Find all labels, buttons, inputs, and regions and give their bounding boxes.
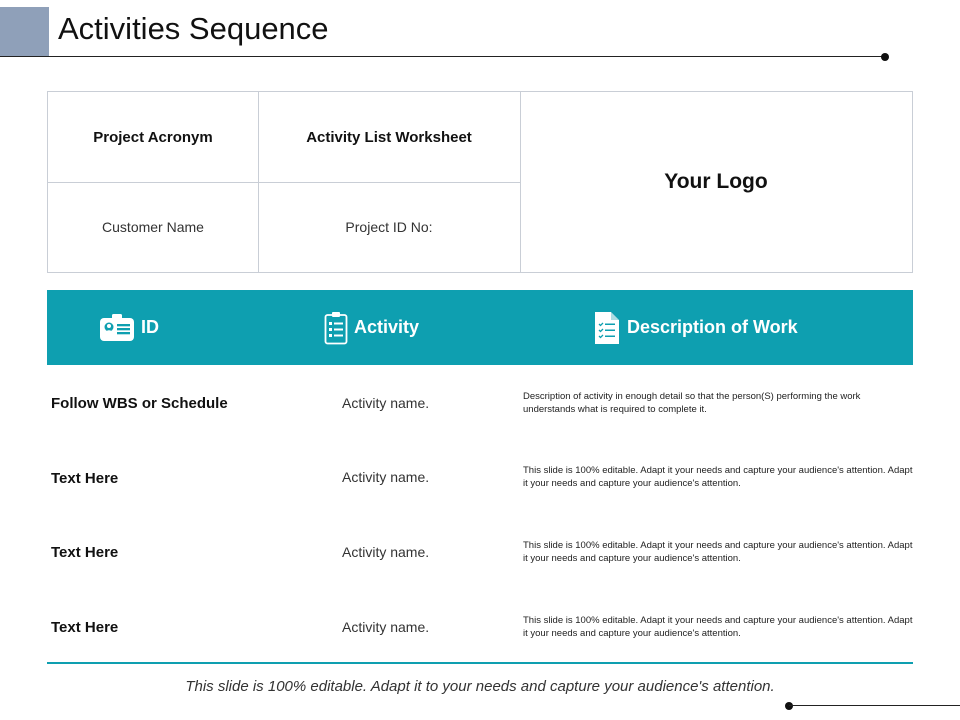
title-divider-dot <box>881 53 889 61</box>
project-id-cell: Project ID No: <box>345 219 433 235</box>
row-activity: Activity name. <box>342 544 430 560</box>
row-description: This slide is 100% editable. Adapt it yo… <box>523 615 913 639</box>
description-header-label: Description of Work <box>627 317 798 337</box>
footer-note: This slide is 100% editable. Adapt it to… <box>185 678 775 695</box>
bottom-divider <box>47 662 913 664</box>
title-accent-block <box>0 7 49 56</box>
clipboard-list-icon <box>324 311 348 344</box>
id-header: ID <box>99 290 159 365</box>
row-title: Text Here <box>51 470 119 487</box>
footer-divider-dot <box>785 702 793 710</box>
customer-name-cell: Customer Name <box>102 219 204 235</box>
column-header-banner: ID Activity Description of Work <box>47 290 913 365</box>
project-acronym-cell: Project Acronym <box>93 128 213 146</box>
logo-placeholder: Your Logo <box>664 170 768 193</box>
row-title: Text Here <box>51 544 119 561</box>
row-activity: Activity name. <box>342 395 430 411</box>
row-title: Follow WBS or Schedule <box>51 395 228 412</box>
description-header: Description of Work <box>593 290 798 365</box>
document-checklist-icon <box>595 311 619 344</box>
title-divider <box>0 56 885 57</box>
row-activity: Activity name. <box>342 619 430 635</box>
activity-header: Activity <box>324 290 419 365</box>
row-description: Description of activity in enough detail… <box>523 391 861 415</box>
page-title: Activities Sequence <box>58 11 329 46</box>
activity-list-worksheet-cell: Activity List Worksheet <box>306 128 472 146</box>
row-title: Text Here <box>51 619 119 636</box>
activity-header-label: Activity <box>354 317 420 337</box>
project-info-table: Project Acronym Activity List Worksheet … <box>47 91 913 273</box>
row-description: This slide is 100% editable. Adapt it yo… <box>523 540 913 564</box>
footer-divider <box>789 705 960 706</box>
row-description: This slide is 100% editable. Adapt it yo… <box>523 465 913 489</box>
id-card-icon <box>100 313 134 341</box>
id-header-label: ID <box>141 317 159 337</box>
row-activity: Activity name. <box>342 469 430 485</box>
